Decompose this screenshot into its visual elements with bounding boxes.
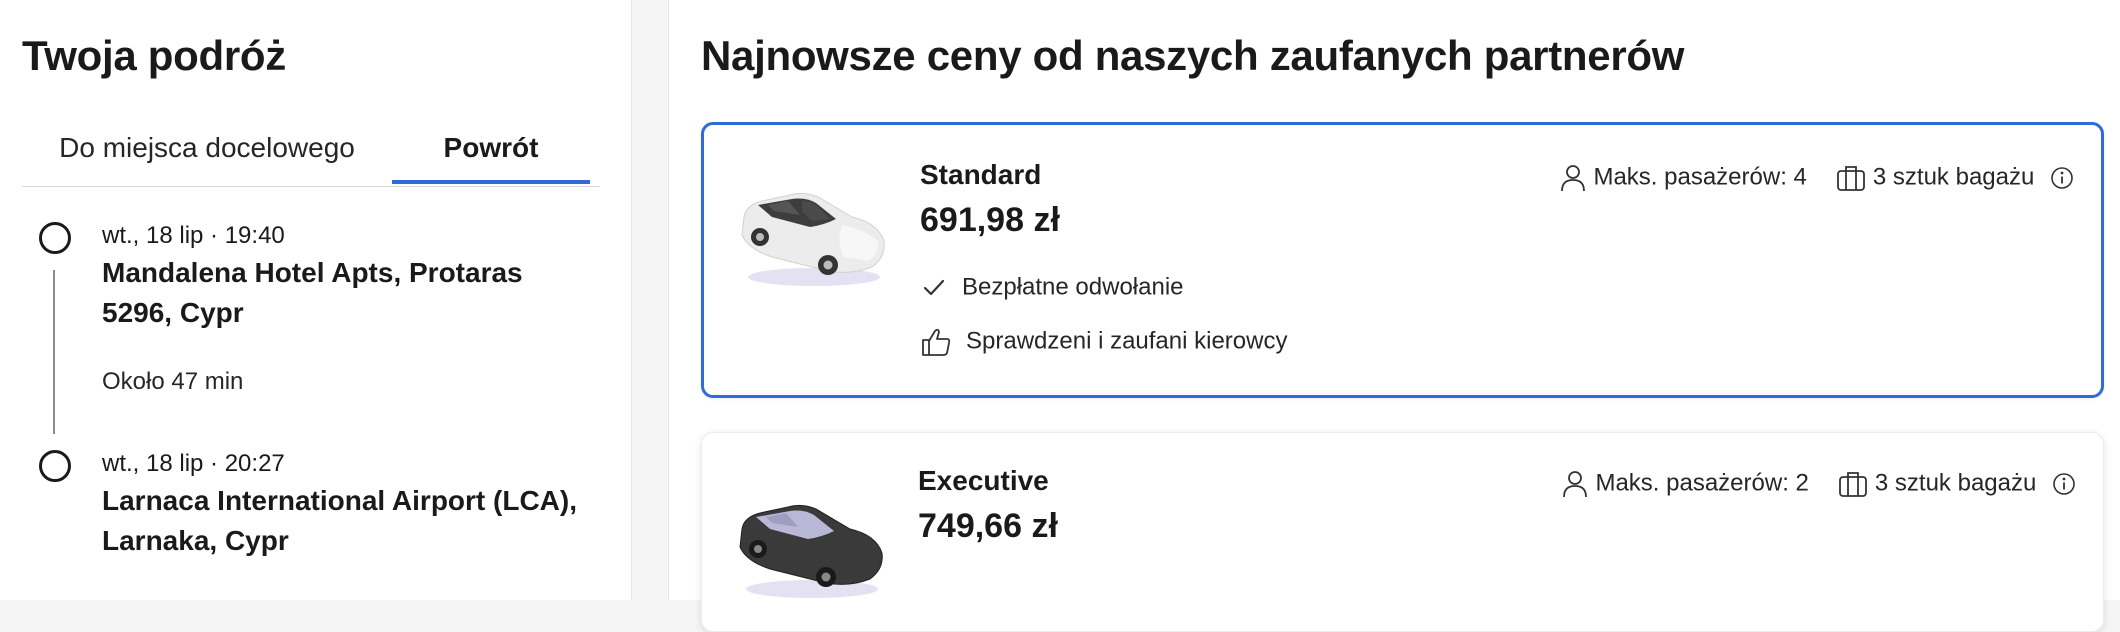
offers-panel: Najnowsze ceny od naszych zaufanych part… — [668, 0, 2120, 632]
luggage-count: 3 sztuk bagażu — [1874, 469, 2037, 497]
tab-return[interactable]: Powrót — [392, 126, 590, 184]
arrival-circle-icon — [39, 450, 71, 482]
tab-outbound[interactable]: Do miejsca docelowego — [22, 126, 392, 184]
luggage-icon — [1837, 165, 1866, 191]
card-meta: Maks. pasażerów: 4 3 sztuk bagażu — [1559, 161, 2075, 193]
trip-title: Twoja podróż — [22, 32, 286, 79]
thumbs-up-icon — [922, 328, 951, 356]
departure-circle-icon — [39, 222, 71, 254]
direction-tabs: Do miejsca docelowego Powrót — [22, 126, 600, 187]
feature-free-cancellation: Bezpłatne odwołanie — [920, 269, 1184, 305]
car-image — [739, 504, 883, 598]
passengers-count: Maks. pasażerów: 4 — [1593, 163, 1807, 191]
trip-duration: Około 47 min — [102, 368, 244, 395]
departure-place: Mandalena Hotel Apts, Protaras 5296, Cyp… — [102, 257, 523, 328]
departure-time: wt., 18 lip · 19:40 — [102, 222, 285, 249]
passengers-count: Maks. pasażerów: 2 — [1595, 469, 1809, 497]
luggage-icon — [1839, 471, 1868, 497]
arrival-time: wt., 18 lip · 20:27 — [102, 450, 285, 477]
user-icon — [1562, 470, 1587, 497]
info-icon[interactable] — [2051, 471, 2077, 497]
card-name: Standard — [920, 159, 1042, 190]
timeline-line — [53, 270, 55, 434]
luggage-count: 3 sztuk bagażu — [1872, 163, 2035, 191]
info-icon[interactable] — [2049, 165, 2075, 191]
car-image — [741, 192, 885, 286]
user-icon — [1560, 164, 1585, 191]
check-icon — [923, 279, 945, 295]
card-meta: Maks. pasażerów: 2 3 sztuk bagażu — [1561, 467, 2077, 499]
card-price: 749,66 zł — [918, 507, 1058, 545]
card-name: Executive — [918, 465, 1049, 496]
arrival-place: Larnaca International Airport (LCA), Lar… — [102, 485, 578, 556]
card-price: 691,98 zł — [920, 201, 1060, 239]
trip-panel: Twoja podróż Do miejsca docelowego Powró… — [0, 0, 632, 600]
offer-card-standard[interactable]: Standard 691,98 zł Bezpłatne odwołanie S… — [701, 122, 2104, 398]
feature-trusted-drivers: Sprawdzeni i zaufani kierowcy — [920, 323, 1287, 359]
offers-title: Najnowsze ceny od naszych zaufanych part… — [701, 32, 1685, 79]
offer-card-executive[interactable]: Executive 749,66 zł Maks. pasażerów: 2 3… — [701, 432, 2104, 632]
